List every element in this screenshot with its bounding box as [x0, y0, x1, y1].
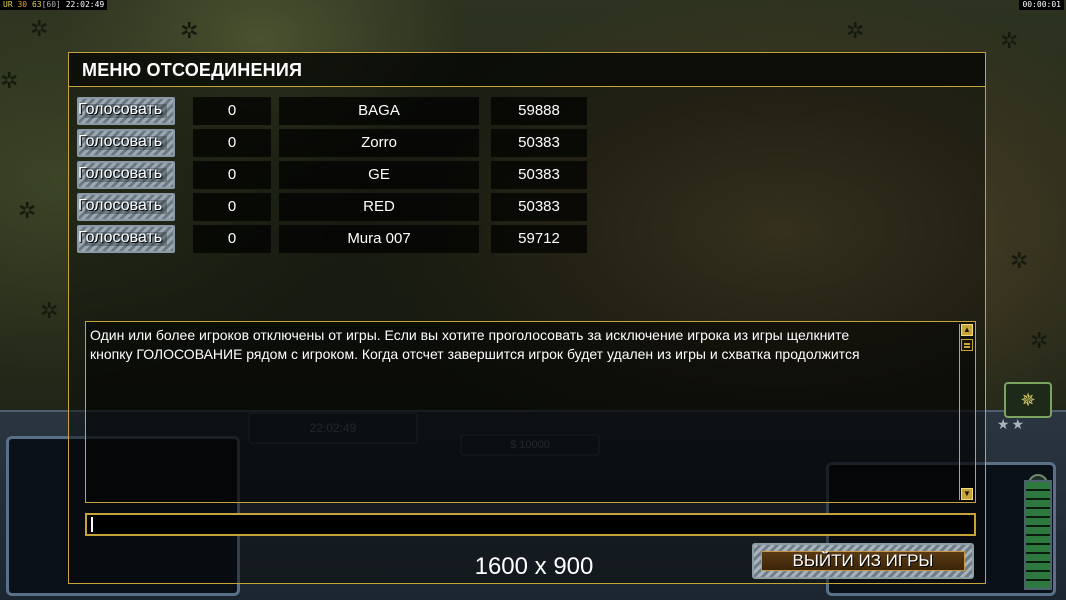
- quit-game-button[interactable]: ВЫЙТИ ИЗ ИГРЫ: [752, 543, 974, 579]
- power-meter: [1024, 480, 1052, 590]
- player-row: Голосовать 0 Mura 007 59712: [69, 225, 609, 253]
- player-ping: 50383: [491, 161, 587, 189]
- radar-icon[interactable]: ✵: [1004, 382, 1052, 418]
- palm-tree-icon: ✲: [40, 298, 59, 323]
- message-log: Один или более игроков отключены от игры…: [85, 321, 976, 503]
- player-row: Голосовать 0 RED 50383: [69, 193, 609, 221]
- palm-tree-icon: ✲: [18, 198, 37, 223]
- scroll-down-icon[interactable]: ▼: [961, 488, 973, 500]
- player-row: Голосовать 0 Zorro 50383: [69, 129, 609, 157]
- player-vote-count: 0: [193, 161, 271, 189]
- status-seg-4: 60: [46, 0, 57, 9]
- message-scrollbar[interactable]: ▲ ▼: [959, 324, 973, 500]
- status-seg-3: 63: [31, 0, 42, 9]
- disconnect-dialog: МЕНЮ ОТСОЕДИНЕНИЯ Голосовать 0 BAGA 5988…: [68, 52, 986, 584]
- game-timer: 00:00:01: [1019, 0, 1064, 10]
- palm-tree-icon: ✲: [30, 16, 49, 41]
- vote-button-label[interactable]: Голосовать: [78, 197, 162, 215]
- player-name: Mura 007: [279, 225, 479, 253]
- player-ping: 50383: [491, 129, 587, 157]
- text-caret: [91, 517, 93, 532]
- palm-tree-icon: ✲: [0, 68, 19, 93]
- player-row: Голосовать 0 BAGA 59888: [69, 97, 609, 125]
- player-name: GE: [279, 161, 479, 189]
- player-vote-count: 0: [193, 193, 271, 221]
- player-name: Zorro: [279, 129, 479, 157]
- message-line: Один или более игроков отключены от игры…: [90, 327, 850, 343]
- player-vote-count: 0: [193, 97, 271, 125]
- dialog-title: МЕНЮ ОТСОЕДИНЕНИЯ: [82, 60, 303, 80]
- vote-button-label[interactable]: Голосовать: [78, 133, 162, 151]
- player-ping: 59712: [491, 225, 587, 253]
- debug-status-bar: UR 30 63[60] 22:02:49: [0, 0, 108, 10]
- player-row: Голосовать 0 GE 50383: [69, 161, 609, 189]
- palm-tree-icon: ✲: [1030, 328, 1049, 353]
- resolution-overlay: 1600 x 900: [474, 553, 594, 580]
- player-name: BAGA: [279, 97, 479, 125]
- player-vote-count: 0: [193, 225, 271, 253]
- scroll-thumb[interactable]: [961, 339, 973, 351]
- message-text: Один или более игроков отключены от игры…: [90, 326, 960, 364]
- vote-button-label[interactable]: Голосовать: [78, 101, 162, 119]
- vote-button-label[interactable]: Голосовать: [78, 229, 162, 247]
- chat-input[interactable]: [85, 513, 976, 536]
- vote-button-label[interactable]: Голосовать: [78, 165, 162, 183]
- player-vote-count: 0: [193, 129, 271, 157]
- dialog-header: МЕНЮ ОТСОЕДИНЕНИЯ: [69, 53, 985, 87]
- quit-game-label[interactable]: ВЫЙТИ ИЗ ИГРЫ: [754, 551, 972, 571]
- status-clock: 22:02:49: [65, 0, 105, 9]
- message-line: кнопку ГОЛОСОВАНИЕ рядом с игроком. Когд…: [90, 346, 860, 362]
- player-ping: 59888: [491, 97, 587, 125]
- status-seg-1: UR: [3, 0, 13, 9]
- rank-stars-icon: ★★: [996, 416, 1026, 432]
- status-seg-2: 30: [17, 0, 28, 9]
- scroll-up-icon[interactable]: ▲: [961, 324, 973, 336]
- player-ping: 50383: [491, 193, 587, 221]
- player-name: RED: [279, 193, 479, 221]
- palm-tree-icon: ✲: [1010, 248, 1029, 273]
- palm-tree-icon: ✲: [846, 18, 865, 43]
- palm-tree-icon: ✲: [1000, 28, 1019, 53]
- palm-tree-icon: ✲: [180, 18, 199, 43]
